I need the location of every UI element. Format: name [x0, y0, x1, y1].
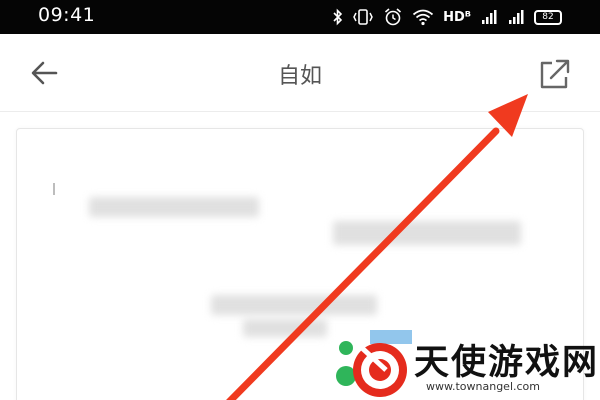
- text-cursor: [53, 183, 55, 195]
- vibrate-icon: [353, 9, 373, 25]
- share-external-icon: [540, 59, 570, 89]
- share-button[interactable]: [536, 56, 574, 92]
- watermark-url: www.townangel.com: [426, 380, 540, 393]
- app-bar: 自如: [0, 34, 600, 112]
- blurred-text-line: [211, 295, 377, 315]
- blurred-text-line: [333, 221, 521, 245]
- status-bar: 09:41 HDᴮ 82: [0, 0, 600, 34]
- blurred-text-line: [89, 197, 259, 217]
- status-icons: HDᴮ 82: [333, 6, 562, 28]
- page-title: 自如: [277, 64, 322, 89]
- signal-icon: [482, 10, 497, 24]
- logo-icon: [336, 330, 412, 397]
- watermark-name: 天使游戏网: [414, 343, 600, 383]
- watermark: 天使游戏网 www.townangel.com: [334, 330, 600, 400]
- network-label: HDᴮ: [443, 9, 471, 25]
- alarm-icon: [385, 8, 402, 26]
- bluetooth-icon: [333, 8, 343, 26]
- wifi-icon: [412, 9, 434, 26]
- battery-icon: 82: [534, 9, 562, 25]
- signal-icon-2: [509, 10, 524, 24]
- status-time: 09:41: [38, 4, 96, 26]
- blurred-text-line: [243, 319, 327, 337]
